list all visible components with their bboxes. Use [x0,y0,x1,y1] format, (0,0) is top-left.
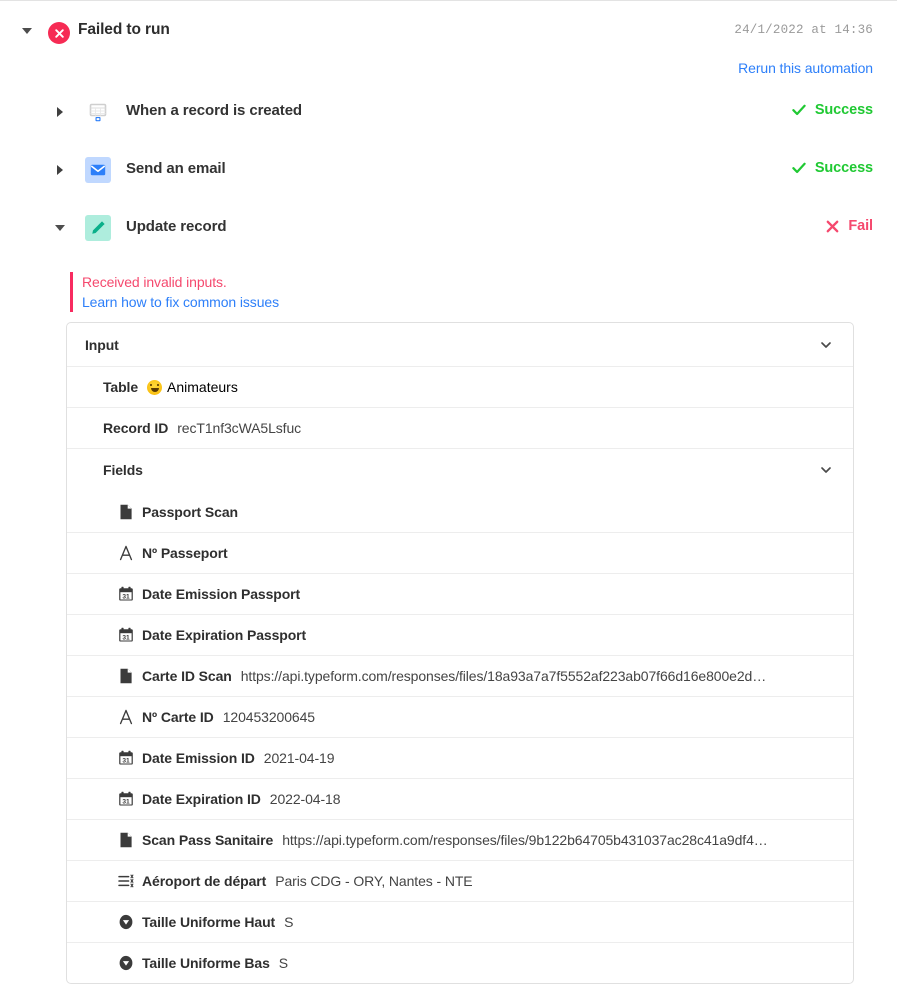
calendar-date-icon: 31 [117,585,135,603]
field-value: 2022-04-18 [269,791,341,807]
run-header: Failed to run 24/1/2022 at 14:36 [0,18,897,48]
svg-text:31: 31 [122,634,130,641]
calendar-date-icon: 31 [117,749,135,767]
fields-section-label: Fields [103,462,143,478]
field-label: Aéroport de départ [142,873,267,889]
attachment-file-icon [117,503,135,521]
step-label: Update record [126,218,227,235]
svg-text:31: 31 [122,757,130,764]
step-status-label: Success [814,102,873,118]
field-value: https://api.typeform.com/responses/files… [282,832,768,848]
grid-table-icon [85,99,111,125]
table-label: Table [103,379,139,395]
calendar-date-icon: 31 [117,626,135,644]
field-row: Taille Uniforme Haut S [67,901,853,942]
run-timestamp: 24/1/2022 at 14:36 [734,23,873,37]
error-message: Received invalid inputs. [82,274,227,290]
step-status-label: Fail [848,218,873,234]
field-label: Scan Pass Sanitaire [142,832,274,848]
cross-icon [827,220,839,232]
triangle-right-icon [57,165,63,175]
smiley-emoji [147,379,163,395]
field-label: Taille Uniforme Bas [142,955,270,971]
triangle-down-icon [22,28,32,34]
step-status-label: Success [814,160,873,176]
field-value: Paris CDG - ORY, Nantes - NTE [275,873,473,889]
field-value: S [284,914,294,930]
step-status: Success [792,160,873,176]
field-label: Nº Passeport [142,545,228,561]
single-select-icon [117,954,135,972]
input-card: Input Table Animateurs Record ID recT1nf… [66,322,854,984]
step-status: Success [792,102,873,118]
fail-circle-icon [48,22,70,44]
chevron-down-icon[interactable] [819,463,833,477]
check-icon [792,162,806,174]
step-label: Send an email [126,160,226,177]
single-line-text-icon [117,708,135,726]
triangle-down-icon [55,225,65,231]
field-row: Aéroport de départ Paris CDG - ORY, Nante… [67,860,853,901]
input-section-header[interactable]: Input [67,323,853,366]
single-line-text-icon [117,544,135,562]
attachment-file-icon [117,667,135,685]
step-collapse-toggle[interactable] [54,221,66,235]
svg-text:31: 31 [122,798,130,805]
rerun-automation-link[interactable]: Rerun this automation [738,60,873,76]
triangle-right-icon [57,107,63,117]
step-status: Fail [826,218,873,234]
record-id-row: Record ID recT1nf3cWA5Lsfuc [67,407,853,448]
field-row: 31 Date Emission ID 2021-04-19 [67,737,853,778]
attachment-file-icon [117,831,135,849]
table-row: Table Animateurs [67,366,853,407]
fields-list: Passport Scan Nº Passeport 31 Date Emission… [67,491,853,983]
envelope-icon [85,157,111,183]
run-title: Failed to run [78,21,170,38]
record-id-label: Record ID [103,420,169,436]
step-label: When a record is created [126,102,302,119]
field-label: Date Emission ID [142,750,255,766]
learn-how-to-fix-link[interactable]: Learn how to fix common issues [82,292,279,312]
field-label: Taille Uniforme Haut [142,914,276,930]
field-row: Carte ID Scan https://api.typeform.com/re… [67,655,853,696]
pencil-icon [85,215,111,241]
field-label: Passport Scan [142,503,238,520]
field-value: S [278,955,289,971]
field-row: Nº Passeport [67,532,853,573]
run-collapse-toggle[interactable] [20,24,34,38]
field-value: 120453200645 [222,709,315,725]
field-value: 2021-04-19 [263,750,335,766]
step-row-when-a-record-is-created[interactable]: When a record is created Success [0,95,897,129]
single-select-icon [117,913,135,931]
top-divider [0,0,897,1]
record-id-value: recT1nf3cWA5Lsfuc [177,420,302,436]
input-section-label: Input [85,336,119,353]
calendar-date-icon: 31 [117,790,135,808]
field-label: Nº Carte ID [142,709,214,725]
multi-select-icon [117,872,135,890]
field-row: 31 Date Emission Passport [67,573,853,614]
field-row: 31 Date Expiration Passport [67,614,853,655]
step-expand-toggle[interactable] [54,163,66,177]
step-row-update-record[interactable]: Update record Fail [0,211,897,245]
field-row: Scan Pass Sanitaire https://api.typeform.… [67,819,853,860]
step-expand-toggle[interactable] [54,105,66,119]
field-row: Nº Carte ID 120453200645 [67,696,853,737]
field-value: https://api.typeform.com/responses/files… [240,668,767,684]
field-row: Taille Uniforme Bas S [67,942,853,983]
chevron-down-icon[interactable] [819,338,833,352]
field-label: Date Emission Passport [142,586,301,602]
svg-text:31: 31 [122,593,130,600]
field-label: Carte ID Scan [142,668,232,684]
field-label: Date Expiration ID [142,791,261,807]
fields-section-header[interactable]: Fields [67,448,853,491]
table-name: Animateurs [167,379,238,395]
check-icon [792,104,806,116]
error-block: Received invalid inputs. Learn how to fi… [70,272,279,312]
field-row: 31 Date Expiration ID 2022-04-18 [67,778,853,819]
step-row-send-an-email[interactable]: Send an email Success [0,153,897,187]
field-label: Date Expiration Passport [142,627,307,643]
table-value: Animateurs [147,379,238,395]
field-row: Passport Scan [67,491,853,532]
